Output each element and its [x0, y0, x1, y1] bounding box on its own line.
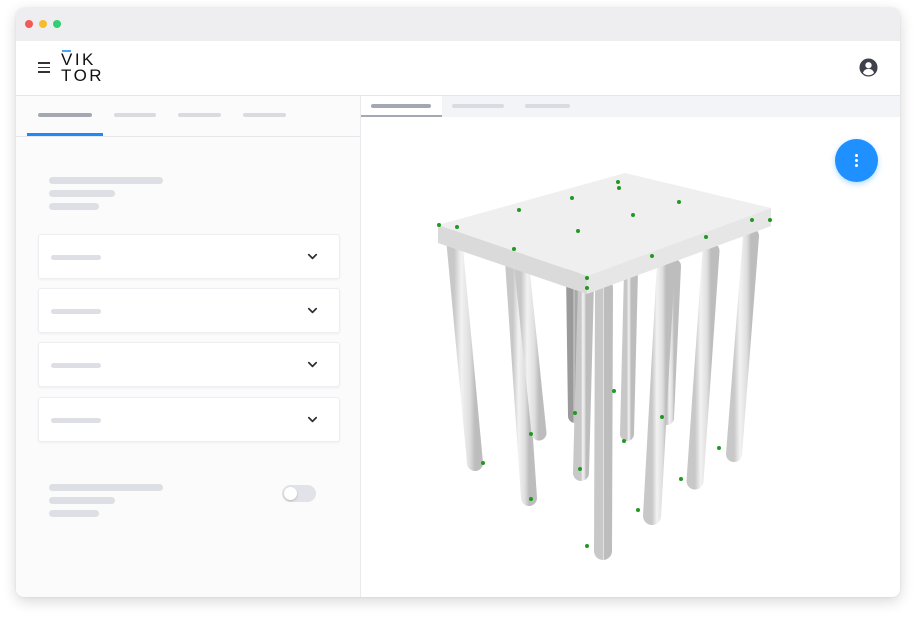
section-card[interactable]	[38, 288, 340, 333]
intro-text-line	[49, 177, 163, 184]
minimize-window-button[interactable]	[39, 20, 47, 28]
title-bar	[16, 8, 900, 41]
active-tab-indicator	[27, 133, 103, 136]
section-title	[51, 255, 101, 260]
hamburger-icon[interactable]	[38, 62, 50, 73]
section-title	[51, 363, 101, 368]
3d-pile-foundation-model[interactable]	[361, 96, 900, 597]
viktor-logo[interactable]: VIK TOR	[61, 50, 105, 86]
intro-text-line	[49, 190, 115, 197]
app-window: VIK TOR	[16, 8, 900, 597]
chevron-down-icon	[307, 416, 318, 423]
chevron-down-icon	[307, 307, 318, 314]
intro-text-line	[49, 203, 99, 210]
editor-tabs	[16, 96, 360, 137]
viewer-panel	[361, 96, 900, 597]
app-header: VIK TOR	[16, 41, 900, 96]
editor-tab-2[interactable]	[114, 113, 156, 117]
chevron-down-icon	[307, 361, 318, 368]
editor-panel	[16, 96, 361, 597]
toggle-description-line	[49, 510, 99, 517]
editor-tab-3[interactable]	[178, 113, 221, 117]
editor-tab-1[interactable]	[38, 113, 92, 117]
toggle-switch[interactable]	[282, 485, 316, 502]
section-title	[51, 309, 101, 314]
section-card[interactable]	[38, 397, 340, 442]
chevron-down-icon	[307, 253, 318, 260]
section-title	[51, 418, 101, 423]
user-circle-icon[interactable]	[859, 58, 878, 77]
close-window-button[interactable]	[25, 20, 33, 28]
section-card[interactable]	[38, 342, 340, 387]
toggle-description-line	[49, 484, 163, 491]
more-options-button[interactable]	[835, 139, 878, 182]
maximize-window-button[interactable]	[53, 20, 61, 28]
editor-tab-4[interactable]	[243, 113, 286, 117]
pile-cap	[438, 173, 771, 294]
toggle-description-line	[49, 497, 115, 504]
toggle-knob	[284, 487, 297, 500]
logo-line-2: TOR	[61, 66, 105, 85]
section-card[interactable]	[38, 234, 340, 279]
